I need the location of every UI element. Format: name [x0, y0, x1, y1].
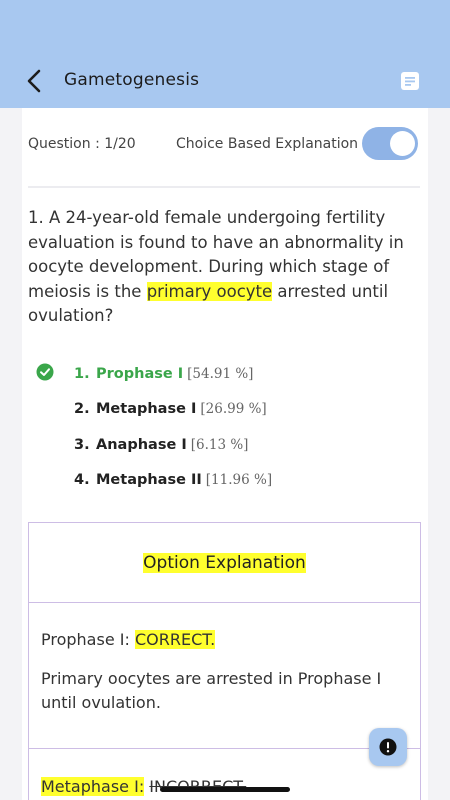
question-counter: Question : 1/20: [28, 136, 136, 152]
question-text: 1. A 24-year-old female undergoing ferti…: [28, 206, 408, 329]
explanation-option-name: Prophase I:: [41, 630, 130, 649]
option-4[interactable]: 4. Metaphase II [11.96 %]: [36, 463, 416, 499]
explanation-row-heading: Prophase I: CORRECT.: [41, 630, 408, 649]
option-3[interactable]: 3. Anaphase I [6.13 %]: [36, 427, 416, 463]
left-gutter: [0, 108, 22, 800]
explanation-header: Option Explanation: [29, 523, 420, 603]
option-percent: [54.91 %]: [187, 365, 254, 382]
option-text: Metaphase I [26.99 %]: [96, 401, 267, 417]
option-number: 3.: [74, 436, 90, 453]
option-number: 1.: [74, 365, 90, 382]
question-highlight: primary oocyte: [146, 281, 273, 301]
option-percent: [6.13 %]: [190, 436, 249, 453]
home-indicator: [160, 787, 290, 792]
option-1[interactable]: 1. Prophase I [54.91 %]: [36, 356, 416, 392]
option-label: Metaphase II: [96, 472, 202, 489]
option-number: 4.: [74, 472, 90, 489]
right-gutter: [428, 108, 450, 800]
explanation-row: Prophase I: CORRECT. Primary oocytes are…: [29, 604, 420, 749]
option-percent: [11.96 %]: [205, 472, 273, 489]
explanation-verdict: CORRECT.: [134, 630, 216, 649]
app-bar: Gametogenesis: [0, 0, 450, 108]
option-label: Prophase I: [96, 365, 184, 382]
option-2[interactable]: 2. Metaphase I [26.99 %]: [36, 392, 416, 428]
choice-explanation-label: Choice Based Explanation: [176, 136, 359, 152]
option-label: Anaphase I: [96, 436, 187, 453]
option-text: Prophase I [54.91 %]: [96, 366, 253, 382]
option-text: Metaphase II [11.96 %]: [96, 472, 272, 488]
question-page: Question : 1/20 Choice Based Explanation…: [0, 108, 450, 800]
check-circle-icon: [36, 363, 54, 381]
chevron-left-icon: [27, 69, 41, 93]
option-text: Anaphase I [6.13 %]: [96, 437, 248, 453]
explanation-text: Primary oocytes are arrested in Prophase…: [41, 669, 382, 712]
notes-icon: [401, 72, 419, 90]
explanation-title: Option Explanation: [143, 552, 306, 573]
divider: [28, 186, 420, 188]
option-percent: [26.99 %]: [200, 401, 267, 418]
question-header: Question : 1/20 Choice Based Explanation: [28, 126, 420, 168]
options-list: 1. Prophase I [54.91 %] 2. Metaphase I [26…: [36, 356, 416, 498]
alert-icon: [379, 738, 397, 756]
explanation-option-name: Metaphase I:: [41, 777, 145, 796]
back-button[interactable]: [20, 66, 48, 96]
report-button[interactable]: [369, 728, 407, 766]
toggle-knob: [390, 131, 415, 156]
option-explanation-table: Option Explanation Prophase I: CORRECT. …: [28, 522, 421, 800]
option-label: Metaphase I: [96, 401, 197, 418]
page-title: Gametogenesis: [64, 70, 200, 90]
notes-button[interactable]: [400, 71, 420, 91]
choice-explanation-toggle[interactable]: [362, 127, 418, 160]
option-number: 2.: [74, 401, 90, 418]
